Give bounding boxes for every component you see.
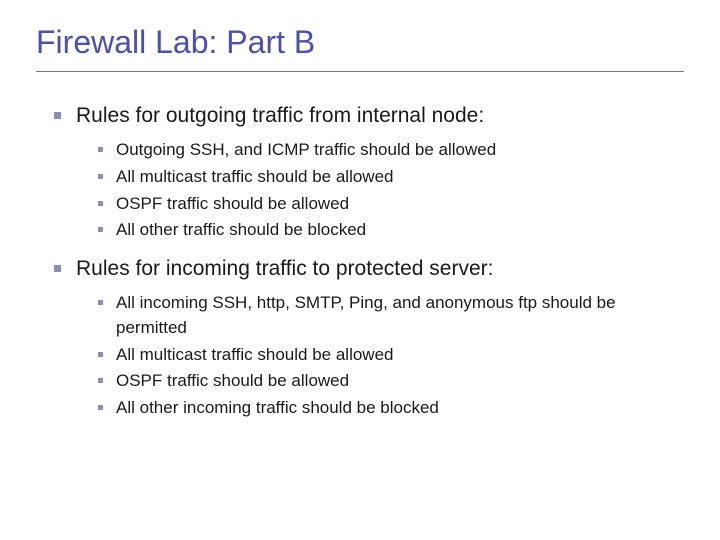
title-divider <box>36 71 684 72</box>
list-item: All other traffic should be blocked <box>98 218 684 243</box>
section-heading: Rules for incoming traffic to protected … <box>76 257 493 280</box>
section-heading: Rules for outgoing traffic from internal… <box>76 104 484 127</box>
list-item: Outgoing SSH, and ICMP traffic should be… <box>98 138 684 163</box>
content-outer-list: Rules for outgoing traffic from internal… <box>36 102 684 420</box>
list-item: All multicast traffic should be allowed <box>98 343 684 368</box>
section-item: Rules for incoming traffic to protected … <box>54 255 684 421</box>
list-item: All multicast traffic should be allowed <box>98 165 684 190</box>
list-item-text: All multicast traffic should be allowed <box>116 167 394 186</box>
list-item-text: All other incoming traffic should be blo… <box>116 398 439 417</box>
list-item-text: OSPF traffic should be allowed <box>116 194 349 213</box>
list-item-text: All multicast traffic should be allowed <box>116 345 394 364</box>
list-item: All other incoming traffic should be blo… <box>98 396 684 421</box>
slide-title: Firewall Lab: Part B <box>36 24 684 61</box>
list-item-text: All other traffic should be blocked <box>116 220 366 239</box>
section-item: Rules for outgoing traffic from internal… <box>54 102 684 243</box>
list-item: OSPF traffic should be allowed <box>98 192 684 217</box>
list-item: All incoming SSH, http, SMTP, Ping, and … <box>98 291 684 340</box>
list-item: OSPF traffic should be allowed <box>98 369 684 394</box>
section-inner-list: Outgoing SSH, and ICMP traffic should be… <box>76 138 684 243</box>
section-inner-list: All incoming SSH, http, SMTP, Ping, and … <box>76 291 684 420</box>
list-item-text: Outgoing SSH, and ICMP traffic should be… <box>116 140 496 159</box>
list-item-text: All incoming SSH, http, SMTP, Ping, and … <box>116 293 616 337</box>
list-item-text: OSPF traffic should be allowed <box>116 371 349 390</box>
